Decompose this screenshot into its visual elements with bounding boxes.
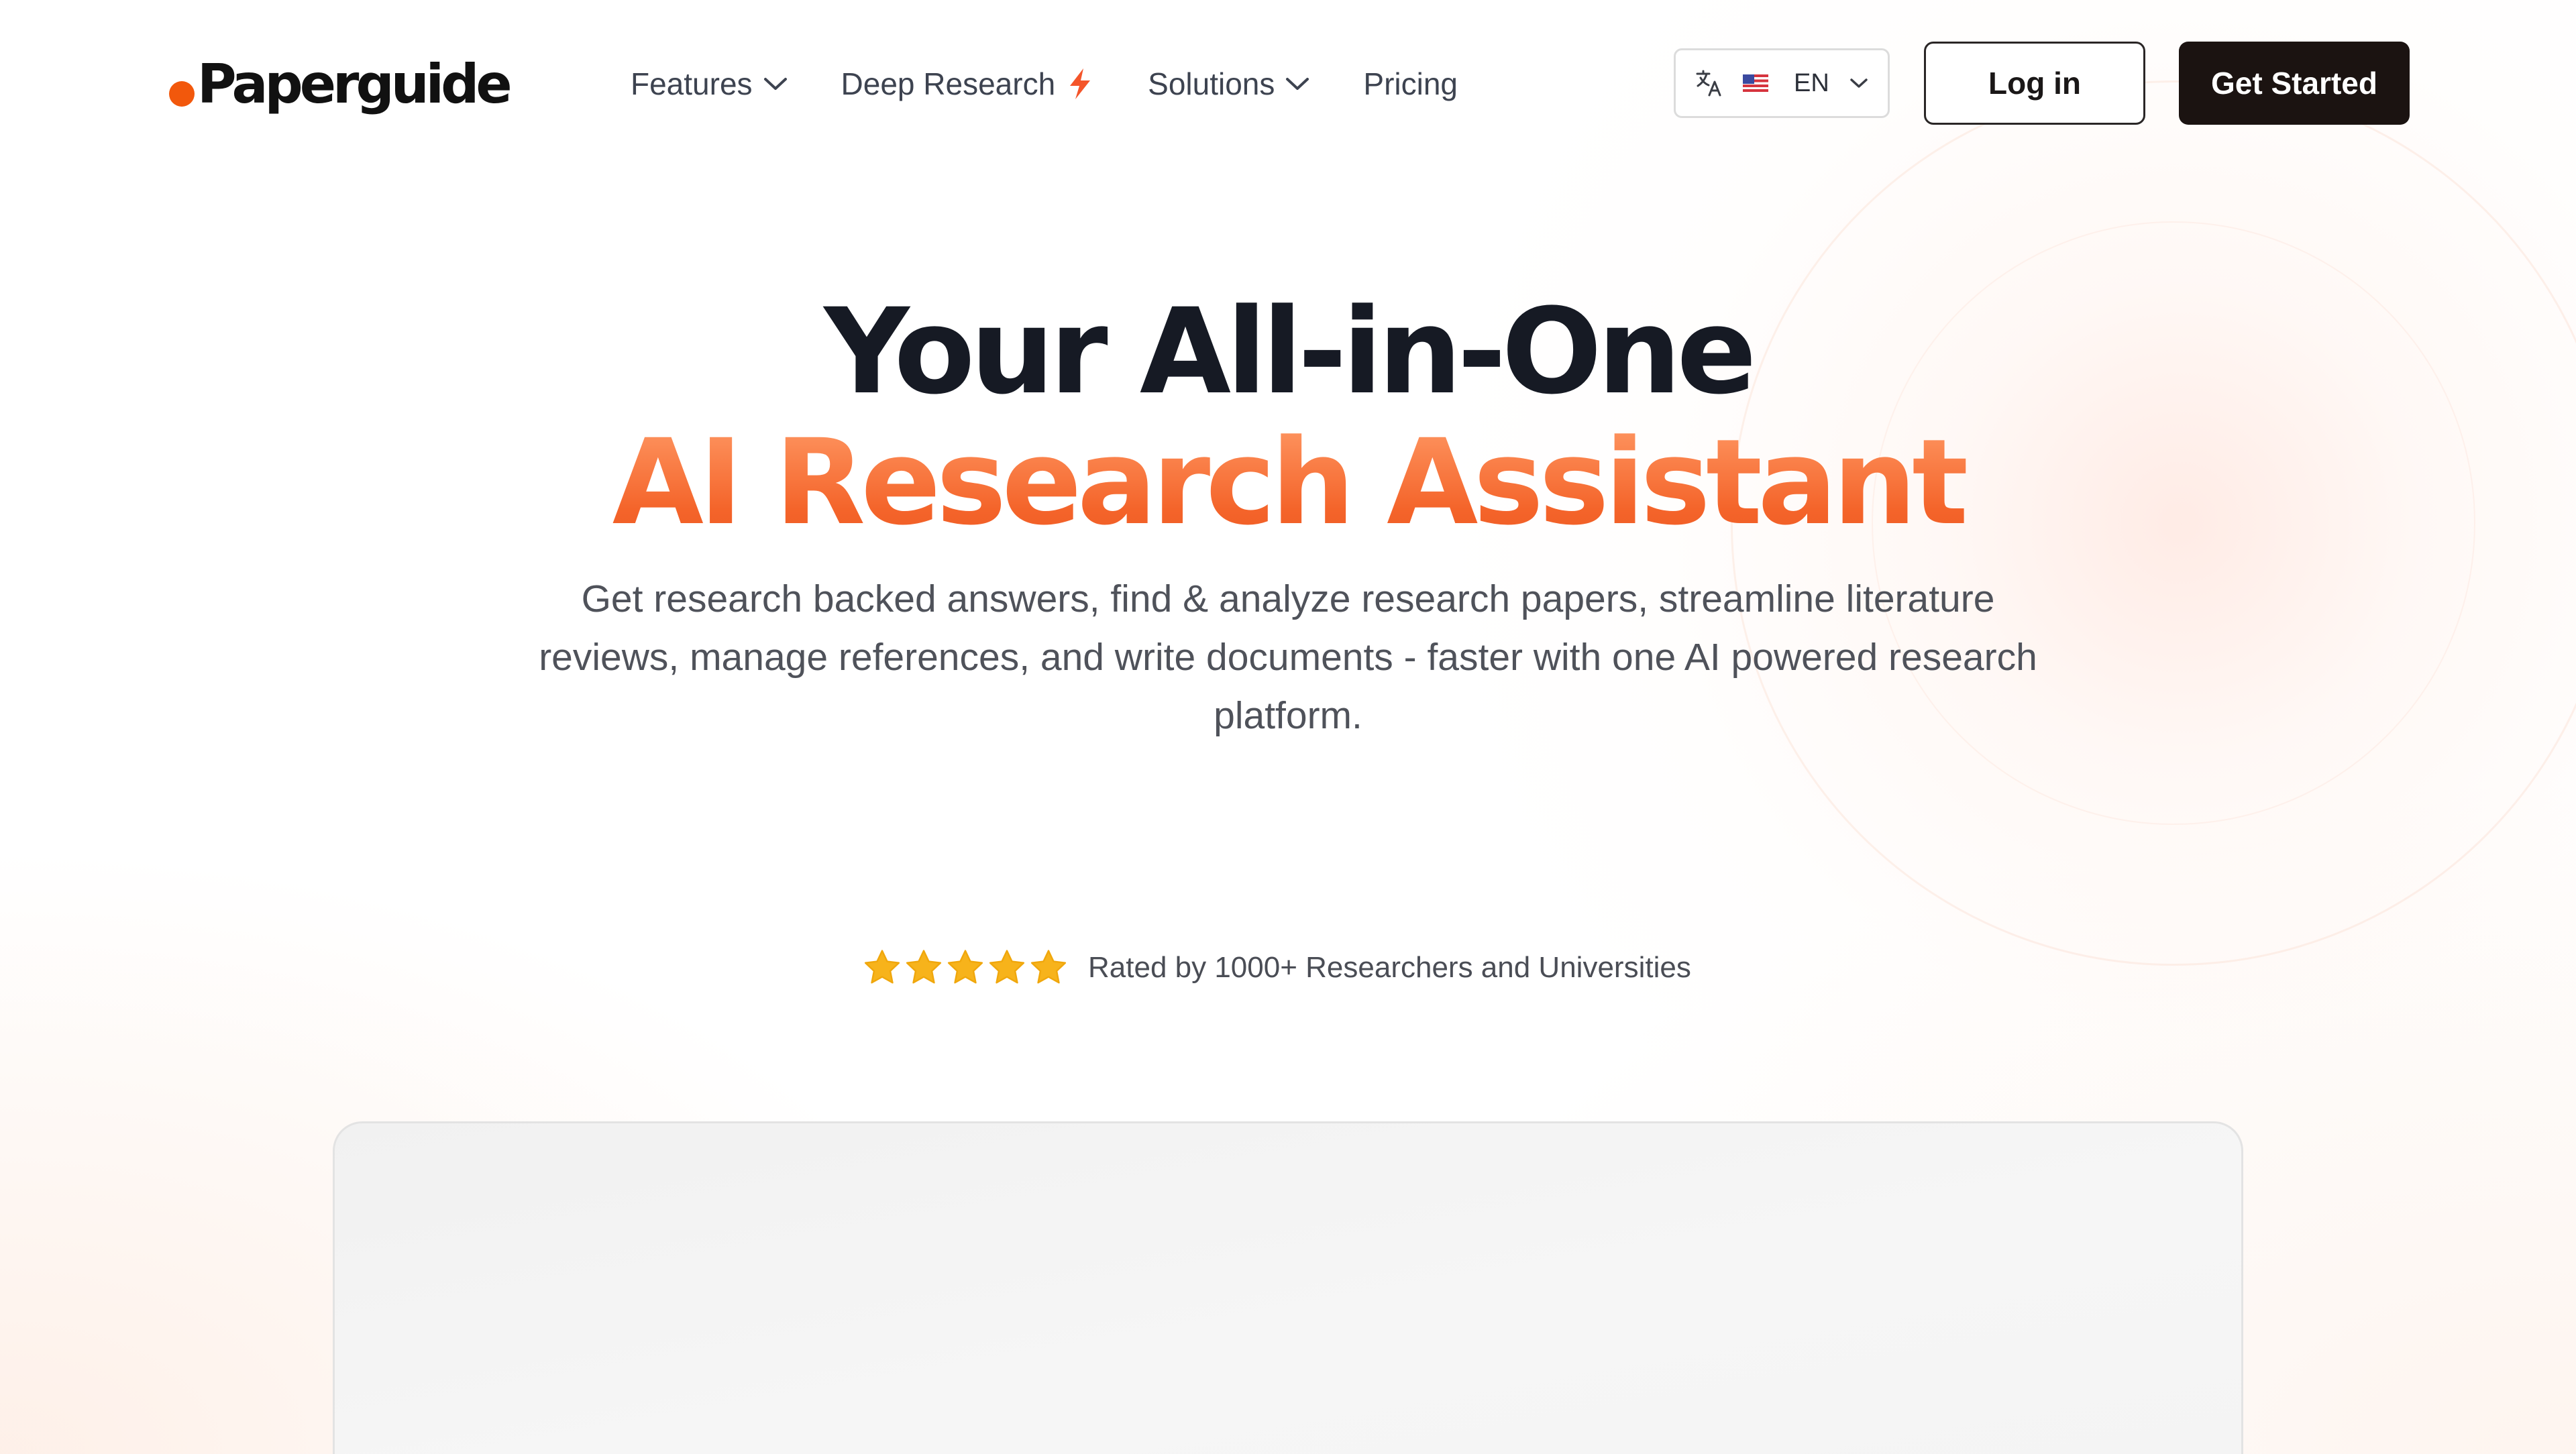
- us-flag-icon: [1743, 74, 1768, 92]
- star-icon: [989, 950, 1025, 984]
- nav-item-deep-research[interactable]: Deep Research: [841, 66, 1095, 102]
- nav-item-solutions[interactable]: Solutions: [1148, 66, 1309, 102]
- rating-text: Rated by 1000+ Researchers and Universit…: [1088, 951, 1691, 984]
- language-code: EN: [1794, 68, 1829, 97]
- star-rating: [863, 949, 1071, 987]
- star-icon: [947, 950, 983, 984]
- site-header: Paperguide Features Deep Research Soluti…: [0, 0, 2576, 168]
- logo[interactable]: Paperguide: [169, 47, 513, 121]
- logo-dot: [169, 81, 195, 107]
- rating-row: Rated by 1000+ Researchers and Universit…: [863, 944, 1691, 991]
- nav-item-label: Solutions: [1148, 66, 1275, 101]
- nav-item-label: Deep Research: [841, 66, 1056, 101]
- chevron-down-icon: [1849, 77, 1868, 89]
- hero-title-line2: AI Research Assistant: [0, 416, 2576, 550]
- chevron-down-icon: [763, 78, 787, 90]
- star-icon: [1030, 950, 1067, 984]
- main-nav: Features Deep Research Solutions Pricing: [631, 60, 1511, 107]
- logo-text: Paperguide: [197, 52, 513, 115]
- star-icon: [864, 950, 900, 984]
- chevron-down-icon: [1286, 78, 1309, 90]
- star-icon: [906, 950, 942, 984]
- get-started-button[interactable]: Get Started: [2179, 42, 2410, 125]
- hero-subtitle: Get research backed answers, find & anal…: [539, 577, 2037, 737]
- nav-item-features[interactable]: Features: [631, 66, 788, 102]
- login-button[interactable]: Log in: [1924, 42, 2145, 125]
- hero-title-line1: Your All-in-One: [824, 283, 1756, 421]
- hero-title: Your All-in-One AI Research Assistant: [0, 288, 2576, 550]
- nav-item-label: Features: [631, 66, 753, 101]
- language-selector[interactable]: EN: [1674, 48, 1890, 118]
- product-preview-card: [333, 1121, 2243, 1454]
- nav-item-pricing[interactable]: Pricing: [1363, 66, 1458, 102]
- lightning-icon: [1070, 68, 1091, 99]
- translate-icon: [1696, 70, 1721, 97]
- nav-item-label: Pricing: [1363, 66, 1458, 101]
